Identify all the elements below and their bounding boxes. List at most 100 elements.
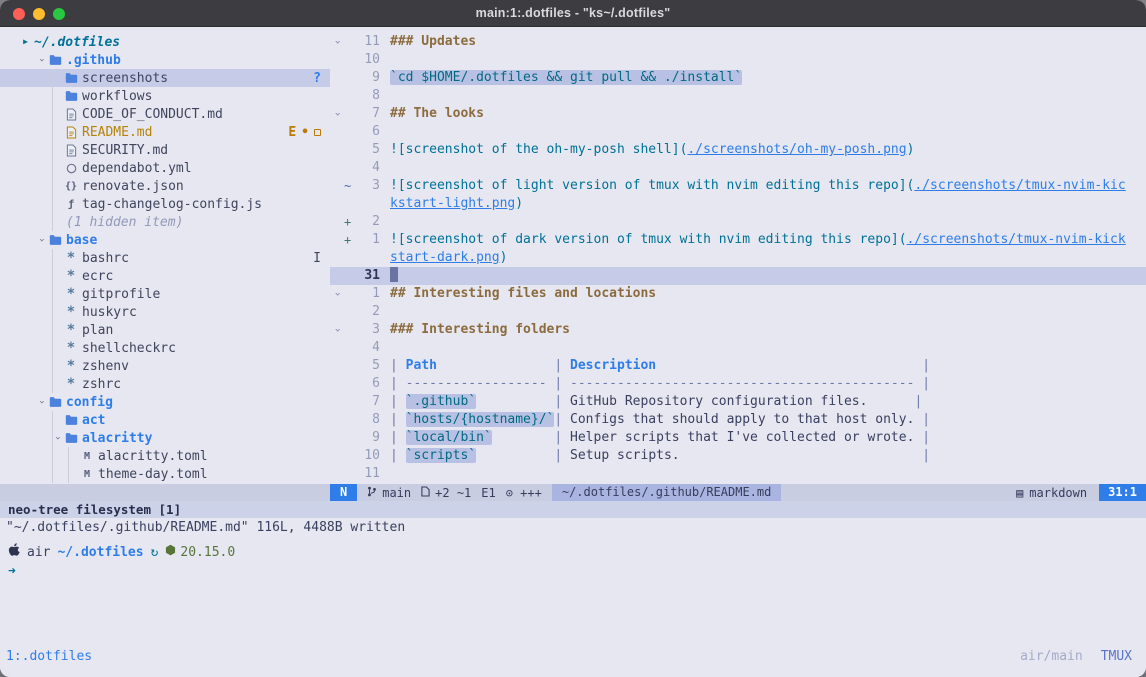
zoom-button[interactable] <box>53 8 65 20</box>
close-button[interactable] <box>13 8 25 20</box>
line-content: | `hosts/{hostname}/`| Configs that shou… <box>390 411 930 429</box>
editor-line[interactable]: 4 <box>330 159 1146 177</box>
file-star-icon: * <box>63 376 79 392</box>
editor-line[interactable]: ›11### Updates <box>330 33 1146 51</box>
tree-item-tag-changelog-config-js[interactable]: ƒtag-changelog-config.js <box>0 195 330 213</box>
line-content: ![screenshot of dark version of tmux wit… <box>390 231 1126 249</box>
editor-line[interactable]: 31 <box>330 267 1146 285</box>
chevron-down-icon[interactable]: › <box>52 429 63 447</box>
tree-item-security-md[interactable]: SECURITY.md <box>0 141 330 159</box>
editor-lines[interactable]: ›11### Updates109`cd $HOME/.dotfiles && … <box>330 33 1146 483</box>
fold-column <box>330 303 344 321</box>
minimize-button[interactable] <box>33 8 45 20</box>
indent-guide <box>52 87 53 105</box>
folder-icon <box>63 90 79 102</box>
tree-item-label: config <box>66 395 113 410</box>
tree-item-bashrc[interactable]: *bashrcI <box>0 249 330 267</box>
fold-column <box>330 177 344 195</box>
tree-item-screenshots[interactable]: screenshots? <box>0 69 330 87</box>
tree-item-dotfiles[interactable]: ▶~/.dotfiles <box>0 33 330 51</box>
editor-line[interactable]: +2 <box>330 213 1146 231</box>
shell-prompt: air ~/.dotfiles ↻ 20.15.0 <box>0 537 1146 563</box>
toml-file-icon: M <box>79 469 95 480</box>
indent-guide <box>52 321 53 339</box>
editor-line[interactable]: 6| ------------------ | ----------------… <box>330 375 1146 393</box>
line-content: | `scripts` | Setup scripts. | <box>390 447 930 465</box>
folder-icon <box>63 72 79 84</box>
nvim-statusline: N main +2 ~1 E1 ⊙ +++ ~/.dotfiles/.githu… <box>0 484 1146 501</box>
indent-guide <box>52 411 53 429</box>
file-star-icon: * <box>63 250 79 266</box>
chevron-down-icon[interactable]: › <box>36 51 47 69</box>
tree-item-workflows[interactable]: workflows <box>0 87 330 105</box>
tree-item-label: huskyrc <box>82 305 137 320</box>
tree-item-base[interactable]: › base <box>0 231 330 249</box>
tree-item-1-hidden-item[interactable]: (1 hidden item) <box>0 213 330 231</box>
editor-line[interactable]: ›7## The looks <box>330 105 1146 123</box>
tree-item-renovate-json[interactable]: {}renovate.json <box>0 177 330 195</box>
fold-column <box>330 195 344 213</box>
tree-item-label: theme-day.toml <box>98 467 208 482</box>
editor-line[interactable]: 2 <box>330 303 1146 321</box>
tree-item-plan[interactable]: *plan <box>0 321 330 339</box>
chevron-down-icon[interactable]: › <box>36 393 47 411</box>
git-branch[interactable]: main <box>367 485 411 501</box>
editor-line[interactable]: 5![screenshot of the oh-my-posh shell](.… <box>330 141 1146 159</box>
editor-line[interactable]: ›1## Interesting files and locations <box>330 285 1146 303</box>
editor-line[interactable]: 7| `.github` | GitHub Repository configu… <box>330 393 1146 411</box>
editor-line[interactable]: start-dark.png) <box>330 249 1146 267</box>
editor-line[interactable]: 10| `scripts` | Setup scripts. | <box>330 447 1146 465</box>
editor-line[interactable]: 10 <box>330 51 1146 69</box>
tree-item-alacritty[interactable]: ›alacritty <box>0 429 330 447</box>
tree-item-github[interactable]: ›.github <box>0 51 330 69</box>
tree-item-zshenv[interactable]: *zshenv <box>0 357 330 375</box>
tmux-label: TMUX <box>1101 649 1132 664</box>
tree-item-theme-day-toml[interactable]: Mtheme-day.toml <box>0 465 330 483</box>
tree-item-readme-md[interactable]: README.mdE• <box>0 123 330 141</box>
indent-guide <box>52 303 53 321</box>
fold-chevron-icon[interactable]: › <box>330 321 344 339</box>
fold-chevron-icon[interactable]: › <box>330 105 344 123</box>
editor-line[interactable]: +1![screenshot of dark version of tmux w… <box>330 231 1146 249</box>
tmux-window-name[interactable]: 1:.dotfiles <box>6 649 92 664</box>
editor-line[interactable]: 8| `hosts/{hostname}/`| Configs that sho… <box>330 411 1146 429</box>
editor-line[interactable]: 6 <box>330 123 1146 141</box>
fold-chevron-icon[interactable]: › <box>330 285 344 303</box>
line-number: 5 <box>354 141 380 159</box>
tree-item-alacritty-toml[interactable]: Malacritty.toml <box>0 447 330 465</box>
editor-line[interactable]: ›3### Interesting folders <box>330 321 1146 339</box>
file-star-icon: * <box>63 322 79 338</box>
mark-badge: I <box>313 251 321 266</box>
titlebar[interactable]: main:1:.dotfiles - "ks~/.dotfiles" <box>0 0 1146 27</box>
line-content: | ------------------ | -----------------… <box>390 375 930 393</box>
statusline-filepath[interactable]: ~/.dotfiles/.github/README.md <box>552 484 782 501</box>
editor-line[interactable]: 11 <box>330 465 1146 483</box>
neotree-statusline: neo-tree filesystem [1] <box>0 501 1146 518</box>
tree-item-label: renovate.json <box>82 179 184 194</box>
tree-item-huskyrc[interactable]: *huskyrc <box>0 303 330 321</box>
editor-line[interactable]: 5| Path | Description | <box>330 357 1146 375</box>
tree-item-code-of-conduct-md[interactable]: CODE_OF_CONDUCT.md <box>0 105 330 123</box>
editor-line[interactable]: 9| `local/bin` | Helper scripts that I'v… <box>330 429 1146 447</box>
tree-item-label: base <box>66 233 97 248</box>
editor-line[interactable]: ~3![screenshot of light version of tmux … <box>330 177 1146 195</box>
editor-line[interactable]: kstart-light.png) <box>330 195 1146 213</box>
root-triangle-icon[interactable]: ▶ <box>20 33 31 51</box>
editor-line[interactable]: 9`cd $HOME/.dotfiles && git pull && ./in… <box>330 69 1146 87</box>
chevron-down-icon[interactable]: › <box>36 231 47 249</box>
fold-column <box>330 213 344 231</box>
tree-item-zshrc[interactable]: *zshrc <box>0 375 330 393</box>
terminal-pane[interactable]: air ~/.dotfiles ↻ 20.15.0 ➜ 1:.dotfiles … <box>0 537 1146 677</box>
tree-item-act[interactable]: act <box>0 411 330 429</box>
line-number: 4 <box>354 159 380 177</box>
tree-item-gitprofile[interactable]: *gitprofile <box>0 285 330 303</box>
tree-item-label: zshrc <box>82 377 121 392</box>
fold-chevron-icon[interactable]: › <box>330 33 344 51</box>
editor-line[interactable]: 4 <box>330 339 1146 357</box>
tree-item-ecrc[interactable]: *ecrc <box>0 267 330 285</box>
tree-item-dependabot-yml[interactable]: dependabot.yml <box>0 159 330 177</box>
tree-item-shellcheckrc[interactable]: *shellcheckrc <box>0 339 330 357</box>
tree-item-config[interactable]: › config <box>0 393 330 411</box>
sign-column <box>344 357 354 375</box>
editor-line[interactable]: 8 <box>330 87 1146 105</box>
